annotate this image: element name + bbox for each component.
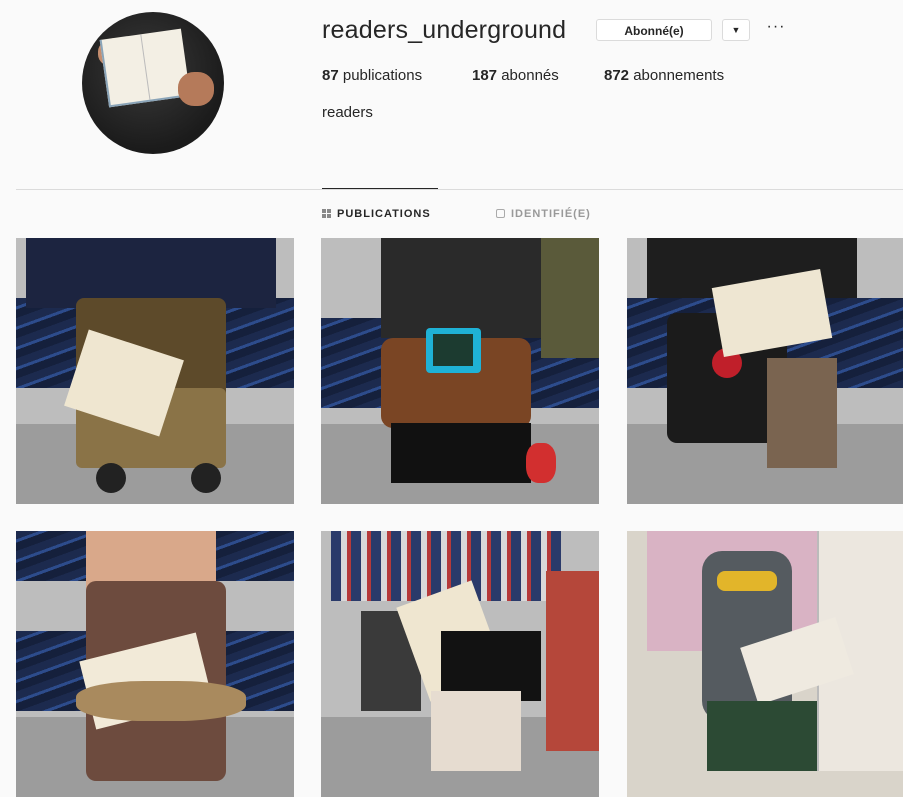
photo-legs <box>391 423 531 483</box>
post-thumbnail[interactable] <box>627 238 903 504</box>
suggestions-dropdown-button[interactable]: ▼ <box>722 19 750 41</box>
photo-legs <box>431 691 521 771</box>
photo-neighbor <box>541 238 599 358</box>
followers-count[interactable]: 187 abonnés <box>472 67 559 84</box>
tab-posts-label: PUBLICATIONS <box>337 208 431 220</box>
avatar-book <box>99 28 191 108</box>
photo-legs <box>707 701 817 771</box>
following-count-label: abonnements <box>633 67 725 84</box>
photo-backpack-strap <box>717 571 777 591</box>
grid-icon <box>322 209 331 218</box>
chevron-down-icon: ▼ <box>731 25 741 35</box>
post-thumbnail[interactable] <box>321 238 599 504</box>
following-button[interactable]: Abonné(e) <box>596 19 712 41</box>
active-tab-indicator <box>322 188 438 189</box>
post-thumbnail[interactable] <box>627 531 903 797</box>
tabs-divider <box>16 189 903 190</box>
tab-tagged[interactable]: IDENTIFIÉ(E) <box>496 208 591 220</box>
photo-ereader-screen <box>433 334 473 366</box>
post-thumbnail[interactable] <box>16 531 294 797</box>
more-options-button[interactable]: ··· <box>766 18 786 40</box>
posts-count: 87 publications <box>322 67 422 84</box>
avatar-hand <box>178 72 214 106</box>
photo-shoe <box>96 463 126 493</box>
posts-count-label: publications <box>342 67 423 84</box>
photo-shoe <box>191 463 221 493</box>
photo-neighbor <box>546 571 599 751</box>
followers-count-value: 187 <box>472 67 498 84</box>
profile-full-name: readers <box>322 104 373 121</box>
tag-icon <box>496 209 505 218</box>
profile-avatar[interactable] <box>82 12 224 154</box>
profile-username: readers_underground <box>322 16 567 44</box>
followers-count-label: abonnés <box>501 67 559 84</box>
photo-basket <box>76 681 246 721</box>
tab-tagged-label: IDENTIFIÉ(E) <box>511 208 591 220</box>
post-thumbnail[interactable] <box>16 238 294 504</box>
tab-posts[interactable]: PUBLICATIONS <box>322 208 431 220</box>
posts-count-value: 87 <box>322 67 339 84</box>
photo-shoe <box>526 443 556 483</box>
photo-shirt <box>381 238 541 338</box>
photo-legs <box>767 358 837 468</box>
post-thumbnail[interactable] <box>321 531 599 797</box>
more-icon: ··· <box>766 18 786 35</box>
following-count[interactable]: 872 abonnements <box>604 67 724 84</box>
following-count-value: 872 <box>604 67 630 84</box>
